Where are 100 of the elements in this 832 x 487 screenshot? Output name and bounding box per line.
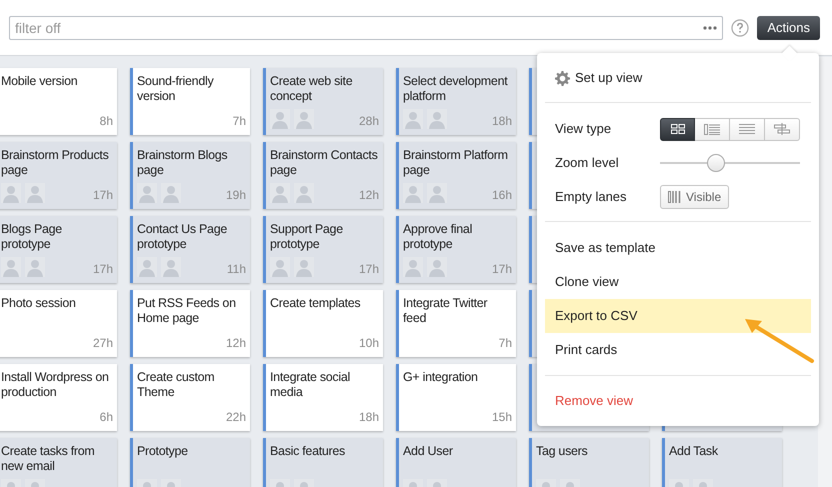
task-card[interactable]: Put RSS Feeds on Home page 12h bbox=[130, 290, 250, 357]
avatar-icon bbox=[1, 257, 21, 277]
card-title: Photo session bbox=[1, 296, 77, 311]
avatar-icon bbox=[25, 257, 45, 277]
card-title: Support Page prototype bbox=[270, 222, 344, 252]
task-card[interactable]: Install Wordpress on production 6h bbox=[0, 364, 117, 431]
task-card[interactable]: Add User bbox=[396, 438, 516, 487]
task-card[interactable]: Brainstorm Platform page 16h bbox=[396, 142, 516, 209]
card-title: Add User bbox=[403, 444, 454, 459]
card-title: Install Wordpress on production bbox=[1, 370, 110, 400]
timeline-icon bbox=[774, 123, 790, 135]
card-hours: 18h bbox=[358, 409, 379, 426]
card-title: Brainstorm Contacts page bbox=[270, 148, 379, 178]
avatar-icon bbox=[137, 183, 157, 203]
list-icon bbox=[704, 124, 720, 134]
card-hours: 7h bbox=[232, 113, 246, 130]
menu-item[interactable]: Export to CSV bbox=[545, 299, 811, 333]
card-title: G+ integration bbox=[403, 370, 479, 385]
task-card[interactable]: Brainstorm Blogs page 19h bbox=[130, 142, 250, 209]
card-title: Approve final prototype bbox=[403, 222, 474, 252]
task-card[interactable]: Mobile version 8h bbox=[0, 68, 117, 135]
avatar-icon bbox=[270, 109, 290, 129]
card-hours: 27h bbox=[92, 335, 113, 352]
task-card[interactable]: Select development platform 18h bbox=[396, 68, 516, 135]
card-title: Brainstorm Products page bbox=[1, 148, 110, 178]
zoom-level-label: Zoom level bbox=[555, 154, 620, 172]
card-title: Sound-friendly version bbox=[137, 74, 214, 104]
help-icon[interactable] bbox=[731, 18, 750, 36]
card-hours: 12h bbox=[358, 187, 379, 204]
card-title: Create web site concept bbox=[270, 74, 354, 104]
card-title: Create custom Theme bbox=[137, 370, 216, 400]
slider-thumb[interactable] bbox=[707, 154, 725, 172]
task-card[interactable]: Blogs Page prototype 17h bbox=[0, 216, 117, 283]
task-card[interactable]: Integrate Twitter feed 7h bbox=[396, 290, 516, 357]
rows-icon bbox=[739, 124, 755, 134]
card-title: Mobile version bbox=[1, 74, 78, 89]
avatar-icon bbox=[161, 257, 181, 277]
card-hours: 6h bbox=[100, 409, 113, 426]
avatar-icon bbox=[270, 183, 290, 203]
task-card[interactable]: Create tasks from new email bbox=[0, 438, 117, 487]
set-up-view-item[interactable]: Set up view bbox=[545, 66, 811, 90]
card-hours: 12h bbox=[226, 335, 246, 352]
card-title: Integrate Twitter feed bbox=[403, 296, 488, 326]
task-card[interactable]: Photo session 27h bbox=[0, 290, 117, 357]
zoom-slider[interactable] bbox=[660, 154, 800, 172]
avatar-icon bbox=[137, 257, 157, 277]
menu-item[interactable]: Print cards bbox=[545, 333, 811, 367]
menu-item[interactable]: Remove view bbox=[545, 384, 811, 418]
menu-item[interactable]: Save as template bbox=[545, 231, 811, 265]
avatar-icon bbox=[403, 257, 423, 277]
card-hours: 17h bbox=[92, 261, 113, 278]
menu-label: Set up view bbox=[575, 69, 642, 88]
card-title: Put RSS Feeds on Home page bbox=[137, 296, 237, 326]
card-hours: 7h bbox=[498, 335, 512, 352]
task-card[interactable]: Support Page prototype 17h bbox=[263, 216, 383, 283]
avatar-icon bbox=[25, 183, 45, 203]
more-icon[interactable] bbox=[703, 26, 718, 30]
task-card[interactable]: Brainstorm Contacts page 12h bbox=[263, 142, 383, 209]
task-card[interactable]: Create custom Theme 22h bbox=[130, 364, 250, 431]
task-card[interactable]: Basic features bbox=[263, 438, 383, 487]
view-type-toggle[interactable] bbox=[660, 118, 695, 140]
avatar-icon bbox=[270, 257, 290, 277]
card-title: Basic features bbox=[270, 444, 346, 459]
avatar-icon bbox=[427, 257, 447, 277]
card-hours: 19h bbox=[226, 187, 246, 204]
card-title: Contact Us Page prototype bbox=[137, 222, 228, 252]
menu-item[interactable]: Clone view bbox=[545, 265, 811, 299]
avatar-icon bbox=[403, 109, 423, 129]
task-card[interactable]: Prototype bbox=[130, 438, 250, 487]
task-card[interactable]: Integrate social media 18h bbox=[263, 364, 383, 431]
task-card[interactable]: Contact Us Page prototype 11h bbox=[130, 216, 250, 283]
card-hours: 11h bbox=[226, 261, 246, 278]
task-card[interactable]: Sound-friendly version 7h bbox=[130, 68, 250, 135]
task-card[interactable]: Add Task bbox=[662, 438, 782, 487]
card-hours: 17h bbox=[492, 261, 512, 278]
avatar-icon bbox=[427, 183, 447, 203]
card-title: Create templates bbox=[270, 296, 362, 311]
card-hours: 8h bbox=[100, 113, 113, 130]
avatar-icon bbox=[294, 183, 314, 203]
card-title: Integrate social media bbox=[270, 370, 351, 400]
task-card[interactable]: Create web site concept 28h bbox=[263, 68, 383, 135]
card-hours: 17h bbox=[358, 261, 379, 278]
card-title: Blogs Page prototype bbox=[1, 222, 63, 252]
card-hours: 17h bbox=[92, 187, 113, 204]
avatar-icon bbox=[403, 183, 423, 203]
task-card[interactable]: Tag users bbox=[529, 438, 649, 487]
card-title: Brainstorm Platform page bbox=[403, 148, 509, 178]
grid-icon bbox=[670, 124, 684, 134]
card-hours: 18h bbox=[492, 113, 512, 130]
task-card[interactable]: Approve final prototype 17h bbox=[396, 216, 516, 283]
task-card[interactable]: Create templates 10h bbox=[263, 290, 383, 357]
visible-toggle[interactable]: Visible bbox=[660, 185, 730, 209]
card-hours: 16h bbox=[492, 187, 512, 204]
avatar-icon bbox=[427, 109, 447, 129]
filter-field[interactable]: filter off bbox=[9, 16, 724, 40]
avatar-icon bbox=[161, 183, 181, 203]
task-card[interactable]: Brainstorm Products page 17h bbox=[0, 142, 117, 209]
actions-button[interactable]: Actions bbox=[757, 16, 820, 40]
card-hours: 15h bbox=[492, 409, 512, 426]
task-card[interactable]: G+ integration 15h bbox=[396, 364, 516, 431]
